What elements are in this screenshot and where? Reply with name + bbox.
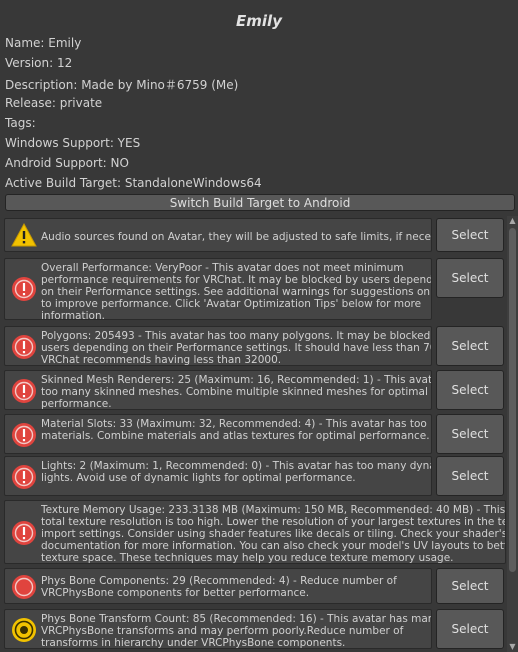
scroll-down-arrow-icon[interactable]: ▼ — [507, 642, 518, 652]
validation-row: Texture Memory Usage: 233.3138 MB (Maxim… — [4, 500, 506, 564]
error-icon — [12, 465, 36, 489]
select-button[interactable]: Select — [436, 568, 504, 604]
warning-icon — [11, 222, 37, 247]
message-text: Polygons: 205493 - This avatar has too m… — [41, 330, 431, 366]
switch-build-target-button[interactable]: Switch Build Target to Android — [5, 194, 515, 211]
select-button[interactable]: Select — [436, 258, 504, 298]
message-box: Overall Performance: VeryPoor - This ava… — [4, 258, 432, 322]
scroll-up-arrow-icon[interactable]: ▲ — [507, 216, 518, 226]
message-box: Polygons: 205493 - This avatar has too m… — [4, 326, 432, 366]
error-icon — [12, 379, 36, 403]
validation-row: Skinned Mesh Renderers: 25 (Maximum: 16,… — [4, 370, 506, 410]
message-box: Audio sources found on Avatar, they will… — [4, 218, 432, 252]
select-button[interactable]: Select — [436, 370, 504, 410]
message-text: Skinned Mesh Renderers: 25 (Maximum: 16,… — [41, 374, 431, 410]
scrollbar-thumb[interactable] — [509, 228, 516, 572]
error-icon — [12, 521, 36, 545]
message-box: Phys Bone Transform Count: 85 (Recommend… — [4, 609, 432, 649]
description-line: Description: Made by Mino＃6759 (Me) — [5, 78, 239, 92]
validation-row: Phys Bone Transform Count: 85 (Recommend… — [4, 609, 506, 649]
message-box: Phys Bone Components: 29 (Recommended: 4… — [4, 568, 432, 604]
select-button[interactable]: Select — [436, 414, 504, 454]
release-line: Release: private — [5, 96, 103, 110]
error-icon — [12, 335, 36, 359]
validation-row: Audio sources found on Avatar, they will… — [4, 218, 506, 252]
validation-message-list: Audio sources found on Avatar, they will… — [4, 216, 506, 652]
select-button[interactable]: Select — [436, 218, 504, 252]
android-support-line: Android Support: NO — [5, 156, 129, 170]
name-line: Name: Emily — [5, 36, 82, 50]
avatar-title: Emily — [236, 12, 282, 30]
message-text: Phys Bone Components: 29 (Recommended: 4… — [41, 575, 397, 599]
validation-row: Polygons: 205493 - This avatar has too m… — [4, 326, 506, 366]
version-line: Version: 12 — [5, 56, 73, 70]
validation-row: Overall Performance: VeryPoor - This ava… — [4, 258, 506, 322]
vertical-scrollbar[interactable]: ▲ ▼ — [507, 216, 518, 652]
message-text: Audio sources found on Avatar, they will… — [41, 231, 431, 243]
select-button[interactable]: Select — [436, 456, 504, 496]
tags-line: Tags: — [5, 116, 36, 130]
error-icon — [12, 277, 36, 301]
message-box: Material Slots: 33 (Maximum: 32, Recomme… — [4, 414, 432, 454]
validation-row: Material Slots: 33 (Maximum: 32, Recomme… — [4, 414, 506, 454]
message-box: Skinned Mesh Renderers: 25 (Maximum: 16,… — [4, 370, 432, 410]
yellow-circle-icon — [12, 618, 36, 642]
validation-row: Lights: 2 (Maximum: 1, Recommended: 0) -… — [4, 456, 506, 496]
message-text: Overall Performance: VeryPoor - This ava… — [41, 262, 431, 322]
select-button[interactable]: Select — [436, 326, 504, 366]
validation-row: Phys Bone Components: 29 (Recommended: 4… — [4, 568, 506, 604]
message-box: Lights: 2 (Maximum: 1, Recommended: 0) -… — [4, 456, 432, 496]
windows-support-line: Windows Support: YES — [5, 136, 141, 150]
message-text: Texture Memory Usage: 233.3138 MB (Maxim… — [41, 504, 505, 564]
red-circle-icon — [12, 575, 36, 599]
message-text: Lights: 2 (Maximum: 1, Recommended: 0) -… — [41, 460, 431, 484]
error-icon — [12, 423, 36, 447]
message-text: Material Slots: 33 (Maximum: 32, Recomme… — [41, 418, 431, 442]
message-box: Texture Memory Usage: 233.3138 MB (Maxim… — [4, 500, 506, 564]
build-target-line: Active Build Target: StandaloneWindows64 — [5, 176, 262, 190]
select-button[interactable]: Select — [436, 609, 504, 649]
message-text: Phys Bone Transform Count: 85 (Recommend… — [41, 613, 431, 649]
